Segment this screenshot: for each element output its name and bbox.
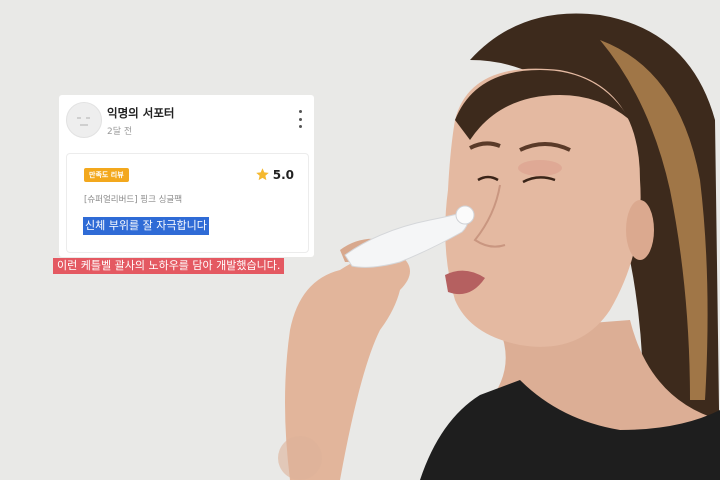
video-subtitle: 이런 케틀벨 괄사의 노하우를 담아 개발했습니다.	[53, 258, 285, 274]
review-author: 익명의 서포터	[107, 106, 175, 120]
rating-value: 5.0	[272, 167, 294, 182]
review-type-badge: 만족도 리뷰	[84, 168, 129, 182]
review-card: 익명의 서포터 2달 전 만족도 리뷰 5.0 [슈퍼얼리버드] 핑크 싱글팩 …	[59, 95, 314, 257]
star-icon	[255, 168, 269, 181]
avatar-face-icon	[66, 102, 102, 138]
review-time: 2달 전	[107, 127, 133, 137]
product-name: [슈퍼얼리버드] 핑크 싱글팩	[84, 195, 183, 205]
more-vertical-icon[interactable]	[296, 110, 304, 128]
review-text: 신체 부위를 잘 자극합니다	[83, 217, 209, 235]
rating: 5.0	[255, 167, 294, 182]
review-content-box: 만족도 리뷰 5.0 [슈퍼얼리버드] 핑크 싱글팩 신체 부위를 잘 자극합니…	[66, 153, 309, 253]
